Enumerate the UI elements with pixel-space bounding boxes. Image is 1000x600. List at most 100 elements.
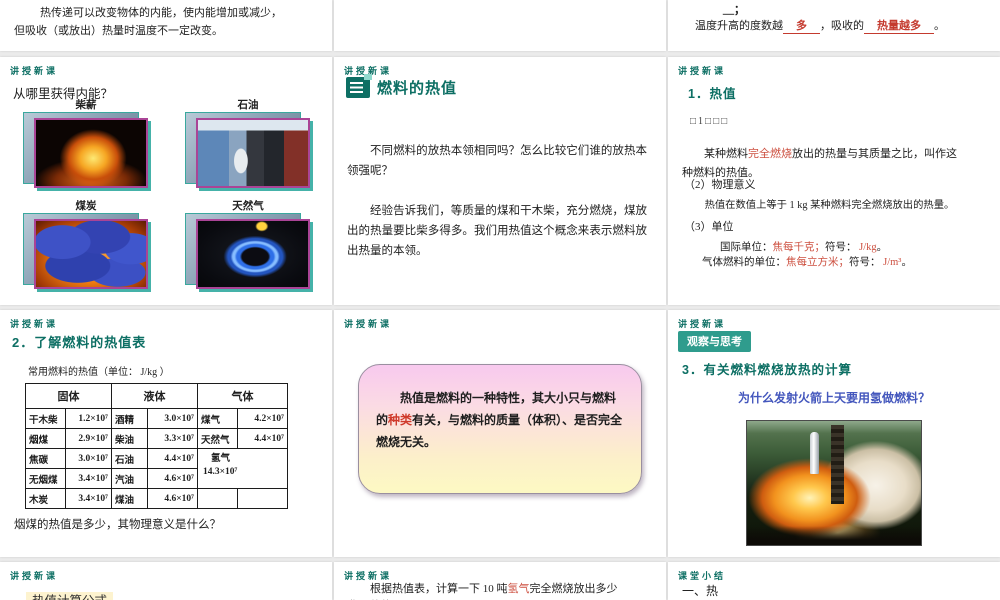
table-cell: 3.4×10⁷: [65, 468, 112, 489]
blank-answer: 多: [783, 20, 820, 34]
fuel-label: 柴薪: [75, 100, 97, 111]
table-cell: 2.9×10⁷: [65, 428, 112, 449]
table-cell: 4.6×10⁷: [147, 488, 198, 509]
fuel-label: 煤炭: [75, 201, 97, 212]
table-cell: 3.0×10⁷: [65, 448, 112, 469]
slide-blank-partial[interactable]: [334, 0, 666, 51]
table-cell: 4.2×10⁷: [237, 408, 288, 429]
slide-header-label: 讲授新课: [344, 319, 393, 329]
slide-fuel-sources[interactable]: 讲授新课 从哪里获得内能？ 柴薪 石油 煤炭 天然气: [0, 57, 332, 305]
list-icon: [346, 74, 372, 98]
slide-text: 热传递可以改变物体的内能，使内能增加或减少，: [40, 7, 282, 19]
table-cell: 汽油: [111, 468, 148, 489]
table-cell: 干木柴: [25, 408, 66, 429]
hydrogen-name: 氢气: [211, 454, 231, 464]
table-cell: 柴油: [111, 428, 148, 449]
table-cell: 4.6×10⁷: [147, 468, 198, 489]
table-group-header: 固体: [25, 383, 112, 409]
text-line: 根据热值表，计算一下 10 吨氢气完全燃烧放出多少: [348, 581, 658, 598]
slide-header-label: 讲授新课: [10, 571, 59, 581]
table-cell: 4.4×10⁷: [237, 428, 288, 449]
table-cell: 石油: [111, 448, 148, 469]
slide-heat-value-intro[interactable]: 讲授新课 燃料的热值 不同燃料的放热本领相同吗？怎么比较它们谁的放热本领强呢？ …: [334, 57, 666, 305]
photo-stack: [185, 213, 310, 289]
text-segment: 根据热值表，计算一下 10 吨: [370, 583, 508, 595]
table-cell: [237, 488, 288, 509]
fuel-label: 天然气: [232, 201, 264, 212]
slide-heat-value-property[interactable]: 讲授新课 热值是燃料的一种特性，其大小只与燃料的种类有关，与燃料的质量（体积）、…: [334, 310, 666, 557]
section-title: 燃料的热值: [377, 80, 458, 97]
burning-coal-image: [34, 219, 148, 289]
section-title-row: 燃料的热值: [346, 74, 458, 98]
table-cell: 无烟煤: [25, 468, 66, 489]
slide-combustion-calculation[interactable]: 讲授新课 观察与思考 3．有关燃料燃烧放热的计算 为什么发射火箭上天要用氢做燃料…: [668, 310, 1000, 557]
sub-heading: （3）单位: [684, 221, 734, 233]
table-cell: 煤油: [111, 488, 148, 509]
fuel-item-coal: 煤炭: [18, 198, 154, 289]
firewood-fire-image: [34, 118, 148, 188]
fuel-image-grid: 柴薪 石油 煤炭 天然气: [18, 97, 316, 289]
text-segment: 符号：: [849, 257, 881, 268]
highlighted-term: 种类: [388, 413, 413, 428]
numbered-heading: 1．热值: [688, 87, 737, 101]
slide-summary-partial[interactable]: 课堂小结 一、热 量: [668, 562, 1000, 600]
table-cell-hydrogen: 氢气 14.3×10⁷: [197, 448, 288, 489]
table-group-header: 气体: [197, 383, 288, 409]
photo-stack: [185, 112, 310, 188]
table-cell: 木炭: [25, 488, 66, 509]
highlighted-term: J/kg: [859, 242, 877, 253]
sub-heading: （2）物理意义: [684, 179, 756, 191]
definition-label: □1□□□: [690, 116, 730, 127]
text-segment: 气体燃料的单位：: [702, 257, 786, 268]
slide-heat-value-table[interactable]: 讲授新课 2．了解燃料的热值表 常用燃料的热值（单位： J/kg ） 固体 液体…: [0, 310, 332, 557]
text-segment: 。: [901, 257, 912, 268]
text-segment: 完全燃烧放出多少: [529, 583, 618, 595]
table-group-header: 液体: [111, 383, 198, 409]
slide-heat-transfer-partial[interactable]: 热传递可以改变物体的内能，使内能增加或减少， 但吸收（或放出）热量时温度不一定改…: [0, 0, 332, 51]
table-cell: 1.2×10⁷: [65, 408, 112, 429]
slide-header-label: 讲授新课: [10, 319, 59, 329]
highlighted-line: 热值计算公式: [26, 590, 114, 600]
numbered-heading: 3．有关燃料燃烧放热的计算: [682, 363, 852, 377]
text-segment: 国际单位：: [720, 242, 773, 253]
fuel-item-natural-gas: 天然气: [180, 198, 316, 289]
fuel-label: 石油: [237, 100, 259, 111]
slide-formula-partial[interactable]: 讲授新课 热值计算公式: [0, 562, 332, 600]
fuel-heat-value-table: 固体 液体 气体 干木柴 1.2×10⁷ 酒精 3.0×10⁷ 煤气 4.2×10⁷ …: [25, 383, 288, 509]
table-cell: 3.4×10⁷: [65, 488, 112, 509]
highlighted-term: 焦每立方米；: [786, 257, 849, 268]
slide-text: 温度升高的度数越多，吸收的 热量越多。: [695, 17, 945, 34]
blue-question: 为什么发射火箭上天要用氢做燃料？: [737, 391, 930, 405]
text-line: 一、热: [682, 584, 719, 598]
exercise-text: 根据热值表，计算一下 10 吨氢气完全燃烧放出多少 焦耳的热量?: [348, 581, 658, 600]
text-segment: 热值计算公式: [26, 592, 114, 600]
table-cell: 3.0×10⁷: [147, 408, 198, 429]
table-cell: 3.3×10⁷: [147, 428, 198, 449]
slide-text: ＿；: [723, 4, 745, 16]
rocket-body: [809, 432, 819, 475]
unit-line: 国际单位：焦每千克；符号： J/kg。: [720, 239, 887, 254]
slide-question: 烟煤的热值是多少，其物理意义是什么？: [14, 519, 221, 531]
table-cell: 天然气: [197, 428, 238, 449]
meaning-line: 热值在数值上等于 1 kg 某种燃料完全燃烧放出的热量。: [704, 200, 955, 211]
slide-exercise-partial[interactable]: 讲授新课 根据热值表，计算一下 10 吨氢气完全燃烧放出多少 焦耳的热量?: [334, 562, 666, 600]
slide-fill-in-blanks-partial[interactable]: ＿； 温度升高的度数越多，吸收的 热量越多。: [668, 0, 1000, 51]
observe-think-badge: 观察与思考: [678, 331, 751, 352]
text-segment: 符号：: [825, 242, 857, 253]
gas-station-image: [196, 118, 310, 188]
text-segment: 温度升高的度数越: [695, 20, 783, 32]
property-note-box: 热值是燃料的一种特性，其大小只与燃料的种类有关，与燃料的质量（体积）、是否完全燃…: [358, 364, 642, 494]
slide-header-label: 讲授新课: [10, 66, 59, 76]
photo-stack: [23, 112, 148, 188]
paragraph: 不同燃料的放热本领相同吗？怎么比较它们谁的放热本领强呢？: [347, 144, 647, 177]
paragraph: 经验告诉我们，等质量的煤和干木柴，充分燃烧，煤放出的热量要比柴多得多。我们用热值…: [347, 204, 647, 258]
table-cell: 煤气: [197, 408, 238, 429]
table-cell: [197, 488, 238, 509]
slide-header-label: 讲授新课: [678, 66, 727, 76]
highlighted-term: 完全燃烧: [748, 148, 792, 160]
slide-heat-value-definition[interactable]: 讲授新课 1．热值 □1□□□ 某种燃料完全燃烧放出的热量与其质量之比，叫作这种…: [668, 57, 1000, 305]
text-segment: 。: [876, 242, 888, 253]
launch-tower: [830, 424, 844, 505]
slide-header-label: 课堂小结: [678, 571, 727, 581]
unit-line: 气体燃料的单位：焦每立方米；符号： J/m³。: [702, 254, 912, 269]
